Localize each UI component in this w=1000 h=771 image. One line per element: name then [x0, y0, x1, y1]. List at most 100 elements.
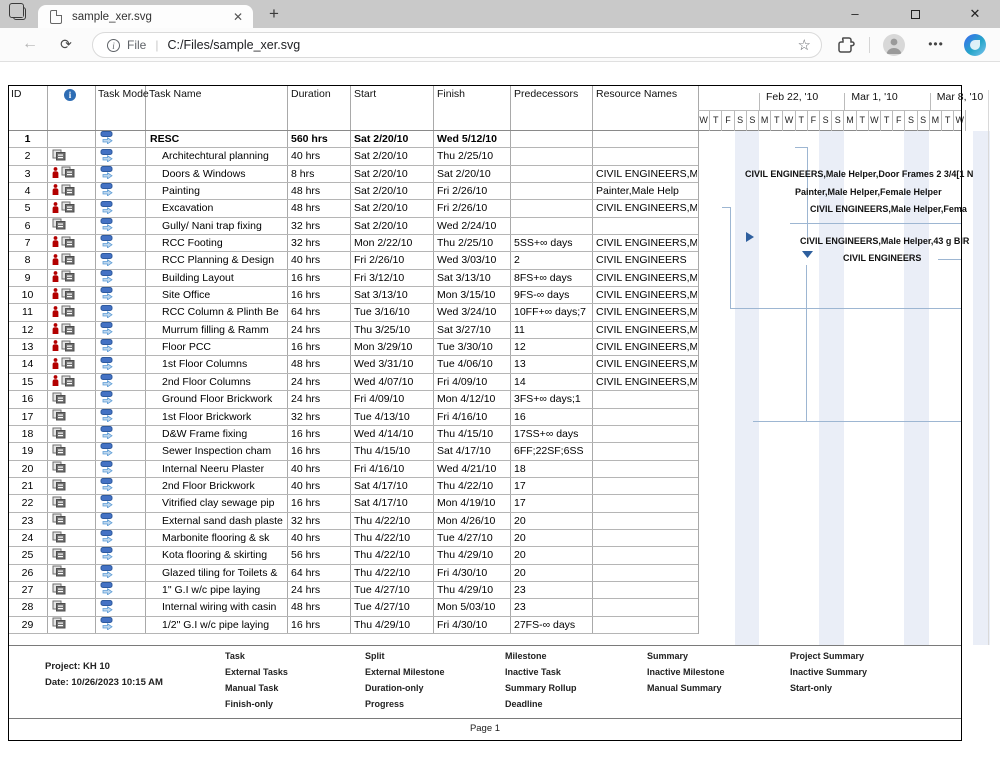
- overallocated-person-icon: [52, 288, 59, 299]
- task-mode-icon: [100, 270, 114, 283]
- legend-item: Summary: [647, 651, 688, 661]
- day-header-cell: T: [857, 110, 869, 131]
- profile-avatar[interactable]: [883, 34, 905, 56]
- cell-indicators: [52, 409, 94, 426]
- copilot-icon[interactable]: [964, 34, 986, 56]
- grid-vline: [698, 85, 699, 634]
- table-row: 271" G.I w/c pipe laying24 hrsTue 4/27/1…: [8, 582, 698, 599]
- extensions-icon[interactable]: [836, 35, 856, 55]
- cell-id: 29: [8, 617, 47, 634]
- cell-resources: CIVIL ENGINEERS: [596, 252, 697, 269]
- assignment-clipboard-icon: [52, 513, 66, 525]
- browser-tab[interactable]: sample_xer.svg ✕: [38, 5, 253, 28]
- cell-id: 5: [8, 200, 47, 217]
- cell-predecessors: 27FS-∞ days: [514, 617, 591, 634]
- cell-predecessors: 13: [514, 356, 591, 373]
- legend-item: Project Summary: [790, 651, 864, 661]
- minimize-button[interactable]: –: [832, 0, 878, 28]
- cell-task-mode: [100, 478, 142, 495]
- cell-task-name: External sand dash plaste: [150, 513, 285, 530]
- cell-duration: 16 hrs: [291, 287, 349, 304]
- task-mode-icon: [100, 253, 114, 266]
- site-info-icon[interactable]: i: [107, 39, 120, 52]
- assignment-clipboard-icon: [61, 323, 75, 335]
- cell-task-name: 1" G.I w/c pipe laying: [150, 582, 285, 599]
- cell-resources: CIVIL ENGINEERS,M: [596, 374, 697, 391]
- table-row: 26Glazed tiling for Toilets &64 hrsThu 4…: [8, 565, 698, 582]
- table-row: 5Excavation48 hrsSat 2/20/10Fri 2/26/10C…: [8, 200, 698, 217]
- cell-predecessors: 5SS+∞ days: [514, 235, 591, 252]
- cell-start: Wed 3/31/10: [354, 356, 432, 373]
- task-mode-icon: [100, 166, 114, 179]
- url-text[interactable]: C:/Files/sample_xer.svg: [167, 38, 789, 52]
- task-mode-icon: [100, 600, 114, 613]
- legend-item: Manual Task: [225, 683, 278, 693]
- cell-finish: Sat 3/13/10: [437, 270, 509, 287]
- address-bar[interactable]: i File | C:/Files/sample_xer.svg ☆: [92, 32, 822, 58]
- cell-task-name: 2nd Floor Columns: [150, 374, 285, 391]
- cell-indicators: [52, 322, 94, 339]
- overallocated-person-icon: [52, 254, 59, 265]
- cell-task-mode: [100, 131, 142, 148]
- toolbar-divider: [869, 37, 870, 53]
- cell-task-name: Gully/ Nani trap fixing: [150, 218, 285, 235]
- cell-indicators: [52, 270, 94, 287]
- assignment-clipboard-icon: [52, 461, 66, 473]
- cell-indicators: [52, 599, 94, 616]
- back-button[interactable]: ←: [16, 28, 44, 62]
- cell-task-mode: [100, 166, 142, 183]
- task-mode-icon: [100, 617, 114, 630]
- cell-id: 9: [8, 270, 47, 287]
- cell-duration: 48 hrs: [291, 183, 349, 200]
- cell-task-name: 1/2" G.I w/c pipe laying: [150, 617, 285, 634]
- page-number: Page 1: [8, 723, 962, 734]
- cell-task-name: Murrum filling & Ramm: [150, 322, 285, 339]
- table-row: 3Doors & Windows8 hrsSat 2/20/10Sat 2/20…: [8, 166, 698, 183]
- cell-indicators: [52, 166, 94, 183]
- new-tab-button[interactable]: +: [263, 3, 285, 25]
- cell-start: Sat 2/20/10: [354, 148, 432, 165]
- cell-task-mode: [100, 443, 142, 460]
- cell-task-name: 1st Floor Brickwork: [150, 409, 285, 426]
- gantt-resource-label: CIVIL ENGINEERS,Male Helper,Fema: [810, 204, 967, 214]
- table-row: 12Murrum filling & Ramm24 hrsThu 3/25/10…: [8, 322, 698, 339]
- cell-id: 22: [8, 495, 47, 512]
- assignment-clipboard-icon: [52, 617, 66, 629]
- maximize-button[interactable]: [892, 0, 938, 28]
- cell-predecessors: 12: [514, 339, 591, 356]
- assignment-clipboard-icon: [61, 236, 75, 248]
- cell-task-mode: [100, 270, 142, 287]
- cell-start: Mon 2/22/10: [354, 235, 432, 252]
- cell-predecessors: 10FF+∞ days;7: [514, 304, 591, 321]
- cell-finish: Fri 4/16/10: [437, 409, 509, 426]
- overallocated-person-icon: [52, 184, 59, 195]
- cell-duration: 40 hrs: [291, 148, 349, 165]
- cell-finish: Thu 4/29/10: [437, 547, 509, 564]
- favorite-star-icon[interactable]: ☆: [798, 36, 811, 54]
- cell-start: Thu 4/22/10: [354, 513, 432, 530]
- day-header-cell: S: [832, 110, 844, 131]
- cell-id: 1: [8, 131, 47, 148]
- more-menu-button[interactable]: •••: [922, 28, 950, 62]
- dependency-link-line: [938, 259, 962, 260]
- day-header-cell: S: [905, 110, 917, 131]
- cell-id: 15: [8, 374, 47, 391]
- close-button[interactable]: ✕: [952, 0, 998, 28]
- table-row: 23External sand dash plaste32 hrsThu 4/2…: [8, 513, 698, 530]
- table-row: 19Sewer Inspection cham16 hrsThu 4/15/10…: [8, 443, 698, 460]
- workspaces-icon[interactable]: [13, 7, 26, 20]
- cell-predecessors: 20: [514, 565, 591, 582]
- cell-duration: 56 hrs: [291, 547, 349, 564]
- tab-close-icon[interactable]: ✕: [231, 10, 245, 24]
- reload-button[interactable]: ⟳: [52, 28, 80, 62]
- footer-bottom-divider: [8, 718, 962, 719]
- table-row: 212nd Floor Brickwork40 hrsSat 4/17/10Th…: [8, 478, 698, 495]
- day-header-cell: W: [869, 110, 881, 131]
- cell-duration: 40 hrs: [291, 530, 349, 547]
- page-favicon-icon: [50, 10, 62, 24]
- task-mode-icon: [100, 235, 114, 248]
- assignment-clipboard-icon: [61, 253, 75, 265]
- cell-finish: Thu 4/15/10: [437, 426, 509, 443]
- cell-start: Mon 3/29/10: [354, 339, 432, 356]
- overallocated-person-icon: [52, 340, 59, 351]
